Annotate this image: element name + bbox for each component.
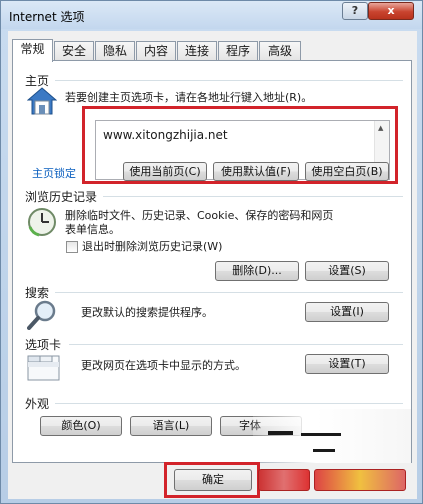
tabs-separator	[69, 344, 403, 345]
watermark-mark	[268, 431, 293, 435]
title-bar[interactable]: Internet 选项 ? x	[1, 1, 422, 29]
watermark-mark	[301, 433, 341, 436]
ok-button[interactable]: 确定	[174, 469, 252, 491]
scroll-up-icon[interactable]: ▲	[378, 124, 383, 132]
history-settings-button[interactable]: 设置(S)	[305, 261, 389, 281]
internet-options-dialog: Internet 选项 ? x 常规 安全 隐私 内容 连接 程序 高级 主页 …	[0, 0, 423, 504]
tab-general[interactable]: 常规	[12, 39, 53, 62]
use-default-button[interactable]: 使用默认值(F)	[213, 162, 299, 181]
appearance-separator	[55, 403, 403, 404]
tab-connections[interactable]: 连接	[177, 41, 217, 61]
tab-privacy[interactable]: 隐私	[95, 41, 135, 61]
tabs-window-icon	[27, 355, 60, 381]
tab-advanced[interactable]: 高级	[259, 41, 301, 61]
search-separator	[55, 292, 403, 293]
delete-history-button[interactable]: 删除(D)...	[215, 261, 299, 281]
history-separator	[103, 196, 403, 197]
window-title: Internet 选项	[9, 10, 85, 24]
languages-button[interactable]: 语言(L)	[130, 416, 212, 436]
history-description-line2: 表单信息。	[65, 223, 120, 236]
search-magnifier-icon	[27, 300, 56, 330]
home-locked-link[interactable]: 主页锁定	[32, 165, 76, 181]
close-button[interactable]: x	[368, 2, 414, 20]
delete-on-exit-label: 退出时删除浏览历史记录(W)	[82, 240, 223, 253]
history-clock-icon	[28, 208, 56, 237]
help-button[interactable]: ?	[342, 2, 368, 20]
appearance-section-title: 外观	[25, 397, 50, 411]
watermark-mark	[313, 449, 335, 452]
use-blank-button[interactable]: 使用空白页(B)	[305, 162, 389, 181]
home-page-url[interactable]: www.xitongzhijia.net	[103, 128, 228, 142]
tabs-settings-button[interactable]: 设置(T)	[305, 354, 389, 374]
general-tab-panel: 主页 若要创建主页选项卡，请在各地址行键入地址(R)。 www.xitongzh…	[12, 60, 412, 463]
delete-on-exit-checkbox[interactable]	[66, 241, 78, 253]
history-section-title: 浏览历史记录	[25, 190, 98, 204]
home-separator	[55, 80, 403, 81]
search-description: 更改默认的搜索提供程序。	[81, 306, 213, 319]
history-description-line1: 删除临时文件、历史记录、Cookie、保存的密码和网页	[65, 209, 334, 222]
home-icon	[27, 87, 57, 115]
tab-content[interactable]: 内容	[136, 41, 176, 61]
dialog-client-area: 常规 安全 隐私 内容 连接 程序 高级 主页 若要创建主页选项卡，请在各地址行…	[8, 31, 417, 499]
use-current-button[interactable]: 使用当前页(C)	[123, 162, 207, 181]
watermark-blur	[253, 409, 411, 463]
apply-button-obscured[interactable]	[314, 469, 406, 491]
search-section-title: 搜索	[25, 286, 50, 300]
home-description: 若要创建主页选项卡，请在各地址行键入地址(R)。	[65, 91, 313, 104]
tabs-description: 更改网页在选项卡中显示的方式。	[81, 359, 246, 372]
tab-security[interactable]: 安全	[54, 41, 94, 61]
tab-programs[interactable]: 程序	[218, 41, 258, 61]
tabs-section-title: 选项卡	[25, 338, 62, 352]
colors-button[interactable]: 颜色(O)	[40, 416, 122, 436]
search-settings-button[interactable]: 设置(I)	[305, 302, 389, 322]
cancel-button-obscured[interactable]	[258, 469, 310, 491]
